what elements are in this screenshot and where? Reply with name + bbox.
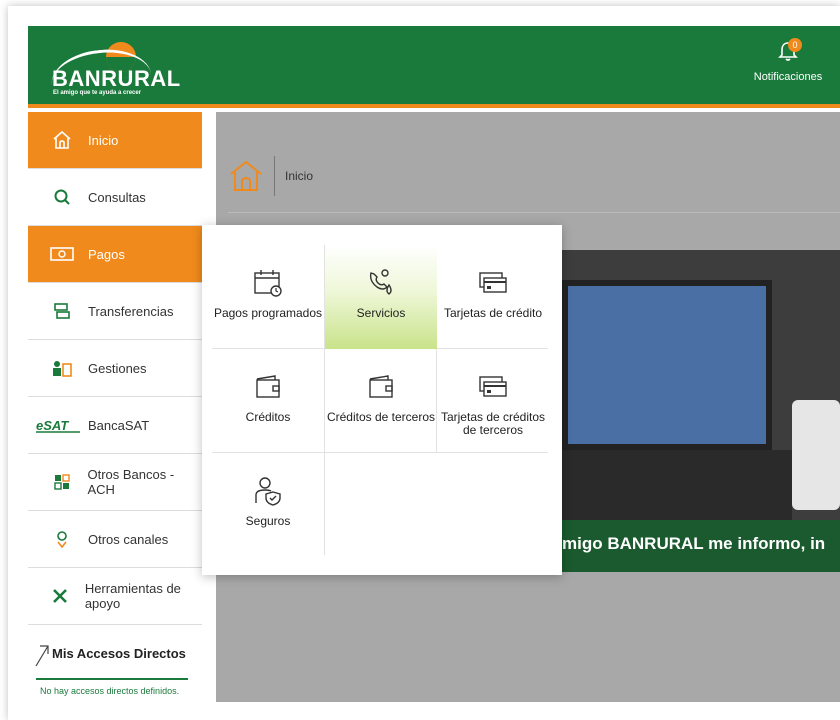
banrural-logo[interactable]: BANRURAL El amigo que te ayuda a crecer: [48, 40, 180, 96]
pagos-submenu: Pagos programados Servicios Tarjetas de …: [202, 225, 562, 575]
sidebar: Inicio Consultas Pagos Transferencias Ge…: [28, 112, 210, 625]
search-icon: [50, 185, 74, 209]
cash-icon: [50, 242, 74, 266]
sidebar-item-label: Otros canales: [88, 531, 169, 547]
top-header: BANRURAL El amigo que te ayuda a crecer …: [28, 26, 840, 108]
notifications-button[interactable]: 0 Notificaciones: [748, 38, 828, 83]
breadcrumb: Inicio: [228, 156, 313, 196]
logo-brand: BANRURAL: [52, 66, 181, 91]
wallet-icon: [252, 371, 284, 403]
menu-item-label: Créditos: [245, 410, 291, 424]
credit-card-icon: [477, 267, 509, 299]
sidebar-item-consultas[interactable]: Consultas: [28, 169, 202, 226]
menu-item-label: Pagos programados: [213, 306, 323, 320]
menu-item-servicios[interactable]: Servicios: [325, 245, 437, 349]
tablet-image: [792, 400, 840, 510]
wallet-icon: [365, 371, 397, 403]
sidebar-item-otros-bancos[interactable]: Otros Bancos - ACH: [28, 454, 202, 511]
menu-item-creditos[interactable]: Créditos: [212, 349, 324, 453]
menu-item-creditos-terceros[interactable]: Créditos de terceros: [325, 349, 437, 453]
accesos-title: Mis Accesos Directos: [52, 646, 186, 661]
sidebar-item-label: BancaSAT: [88, 417, 150, 433]
credit-card-icon: [477, 371, 509, 403]
gestiones-icon: [50, 356, 74, 380]
shortcut-arrow-icon: [35, 645, 49, 667]
channels-icon: [50, 527, 74, 551]
sat-logo-icon: eSAT: [36, 413, 82, 437]
bank-icon: [50, 470, 73, 494]
menu-item-label: Créditos de terceros: [326, 410, 436, 424]
menu-item-tarjetas-creditos-terceros[interactable]: Tarjetas de créditos de terceros: [437, 349, 549, 453]
sidebar-item-label: Gestiones: [88, 360, 147, 376]
sidebar-item-transferencias[interactable]: Transferencias: [28, 283, 202, 340]
laptop-image: [562, 280, 772, 450]
menu-item-label: Tarjetas de créditos de terceros: [440, 410, 546, 437]
menu-item-pagos-programados[interactable]: Pagos programados: [212, 245, 324, 349]
notifications-badge: 0: [788, 38, 802, 52]
sidebar-item-label: Otros Bancos - ACH: [87, 467, 175, 497]
tools-icon: [50, 584, 71, 608]
banner-text: migo BANRURAL me informo, in: [562, 520, 840, 572]
transfer-icon: [50, 299, 74, 323]
insurance-icon: [252, 475, 284, 507]
breadcrumb-current: Inicio: [285, 169, 314, 183]
promo-banner[interactable]: migo BANRURAL me informo, in: [562, 250, 840, 572]
logo-tagline: El amigo que te ayuda a crecer: [53, 90, 142, 96]
sidebar-item-inicio[interactable]: Inicio: [28, 112, 202, 169]
sidebar-item-label: Inicio: [88, 132, 119, 148]
menu-item-label: Tarjetas de crédito: [443, 306, 543, 320]
home-icon: [50, 128, 74, 152]
calendar-icon: [252, 267, 284, 299]
menu-item-label: Servicios: [356, 306, 406, 320]
menu-item-seguros[interactable]: Seguros: [212, 453, 324, 557]
svg-text:eSAT: eSAT: [36, 418, 69, 433]
accesos-empty-message: No hay accesos directos definidos.: [40, 686, 180, 696]
sidebar-item-gestiones[interactable]: Gestiones: [28, 340, 202, 397]
sidebar-item-label: Pagos: [88, 246, 125, 262]
sidebar-item-herramientas[interactable]: Herramientas de apoyo: [28, 568, 202, 625]
notifications-label: Notificaciones: [753, 71, 823, 83]
menu-item-tarjetas-credito[interactable]: Tarjetas de crédito: [437, 245, 549, 349]
sidebar-item-label: Consultas: [88, 189, 146, 205]
sidebar-item-label: Herramientas de apoyo: [84, 581, 181, 611]
sidebar-item-pagos[interactable]: Pagos: [28, 226, 210, 283]
sidebar-item-bancasat[interactable]: eSAT BancaSAT: [28, 397, 202, 454]
sidebar-item-otros-canales[interactable]: Otros canales: [28, 511, 202, 568]
mis-accesos-directos: Mis Accesos Directos No hay accesos dire…: [28, 628, 202, 702]
breadcrumb-home-icon[interactable]: [228, 158, 264, 194]
menu-item-label: Seguros: [245, 514, 291, 528]
services-icon: [365, 267, 397, 299]
bell-icon: 0: [778, 38, 802, 62]
sidebar-item-label: Transferencias: [88, 303, 174, 319]
